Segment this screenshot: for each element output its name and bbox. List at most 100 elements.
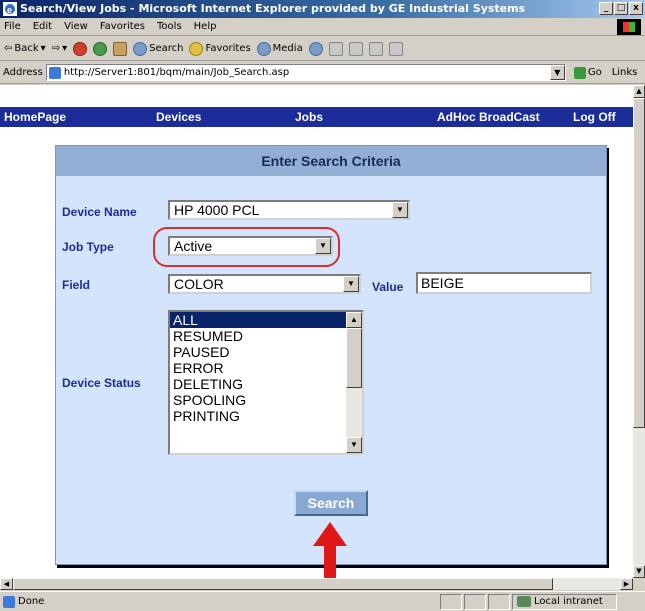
status-text-area: Done — [0, 595, 440, 608]
refresh-icon[interactable] — [93, 41, 108, 56]
security-zone: Local intranet — [512, 593, 617, 610]
value-input[interactable]: BEIGE — [416, 272, 592, 294]
media-button[interactable]: Media — [256, 41, 303, 56]
status-panel — [488, 593, 510, 610]
back-arrow-icon: ⇦ — [4, 43, 13, 54]
close-button[interactable]: x — [629, 2, 643, 15]
mail-icon[interactable] — [328, 41, 343, 56]
listbox-scrollbar[interactable]: ▲ ▼ — [346, 312, 362, 453]
svg-text:e: e — [7, 5, 12, 15]
panel-title: Enter Search Criteria — [56, 146, 606, 176]
nav-devices[interactable]: Devices — [156, 110, 201, 124]
chevron-down-icon: ▾ — [40, 43, 46, 54]
home-icon[interactable] — [113, 41, 128, 56]
scroll-right-icon[interactable]: ▶ — [620, 578, 633, 590]
search-label: Search — [149, 43, 184, 54]
page-horizontal-scrollbar[interactable]: ◀ ▶ — [0, 578, 633, 590]
address-dropdown-icon[interactable]: ▼ — [549, 65, 565, 80]
discuss-icon[interactable] — [388, 41, 403, 56]
forward-button[interactable]: ⇨ ▾ — [52, 43, 67, 54]
device-name-label: Device Name — [62, 205, 137, 219]
field-label: Field — [62, 278, 91, 292]
scroll-up-icon[interactable]: ▲ — [346, 312, 362, 328]
favorites-button[interactable]: Favorites — [189, 41, 251, 56]
stop-icon[interactable] — [73, 41, 88, 56]
go-label: Go — [587, 67, 602, 78]
red-arrow-icon — [313, 522, 347, 578]
status-panel — [464, 593, 486, 610]
chevron-down-icon[interactable]: ▼ — [343, 276, 359, 292]
toolbar: ⇦ Back ▾ ⇨ ▾ Search Favorites Media — [0, 37, 645, 61]
device-status-listbox[interactable]: ALL RESUMED PAUSED ERROR DELETING SPOOLI… — [168, 310, 364, 455]
status-text: Done — [18, 596, 45, 607]
zone-label: Local intranet — [534, 596, 603, 607]
page-vertical-scrollbar[interactable]: ▲ ▼ — [633, 85, 645, 578]
search-button[interactable]: Search — [133, 41, 184, 56]
value-text: BEIGE — [421, 275, 464, 291]
go-arrow-icon — [573, 66, 586, 79]
favorites-icon — [189, 41, 204, 56]
media-label: Media — [272, 43, 303, 54]
nav-log-off[interactable]: Log Off — [573, 110, 616, 124]
menu-bar: File Edit View Favorites Tools Help — [0, 18, 645, 36]
field-value: COLOR — [174, 276, 224, 292]
go-button[interactable]: Go — [573, 66, 602, 79]
list-item[interactable]: PAUSED — [170, 344, 362, 360]
device-name-select[interactable]: HP 4000 PCL ▼ — [168, 200, 410, 220]
menu-help[interactable]: Help — [194, 21, 217, 32]
job-type-label: Job Type — [62, 240, 114, 254]
search-icon — [133, 41, 148, 56]
list-item[interactable]: SPOOLING — [170, 392, 362, 408]
menu-tools[interactable]: Tools — [157, 21, 182, 32]
scroll-left-icon[interactable]: ◀ — [0, 578, 13, 590]
history-icon[interactable] — [308, 41, 323, 56]
back-button[interactable]: ⇦ Back ▾ — [4, 43, 46, 54]
windows-logo-icon — [617, 19, 641, 35]
intranet-zone-icon — [517, 596, 531, 607]
status-bar: Done Local intranet — [0, 591, 645, 611]
minimize-button[interactable]: _ — [599, 2, 613, 15]
list-item[interactable]: ALL — [170, 312, 362, 328]
value-label: Value — [372, 280, 404, 294]
edit-icon[interactable] — [368, 41, 383, 56]
nav-adhoc-broadcast[interactable]: AdHoc BroadCast — [437, 110, 540, 124]
menu-favorites[interactable]: Favorites — [100, 21, 145, 32]
menu-file[interactable]: File — [4, 21, 21, 32]
scrollbar-corner — [633, 578, 645, 590]
nav-homepage[interactable]: HomePage — [4, 110, 66, 124]
list-item[interactable]: ERROR — [170, 360, 362, 376]
print-icon[interactable] — [348, 41, 363, 56]
media-icon — [256, 41, 271, 56]
scrollbar-thumb[interactable] — [633, 98, 645, 428]
scrollbar-thumb[interactable] — [13, 578, 553, 590]
maximize-button[interactable]: □ — [614, 2, 628, 15]
favorites-label: Favorites — [205, 43, 251, 54]
list-item[interactable]: RESUMED — [170, 328, 362, 344]
chevron-down-icon[interactable]: ▼ — [392, 202, 408, 218]
address-input[interactable]: http://Server1:801/bqm/main/Job_Search.a… — [45, 64, 566, 81]
address-label: Address — [3, 67, 43, 78]
window-title-bar: e Search/View Jobs - Microsoft Internet … — [0, 0, 645, 18]
nav-jobs[interactable]: Jobs — [295, 110, 323, 124]
search-submit-button[interactable]: Search — [294, 490, 368, 516]
scroll-down-icon[interactable]: ▼ — [633, 565, 645, 578]
status-panel — [440, 593, 462, 610]
page-icon — [48, 66, 61, 79]
scroll-down-icon[interactable]: ▼ — [346, 437, 362, 453]
scrollbar-thumb[interactable] — [346, 328, 362, 388]
list-item[interactable]: DELETING — [170, 376, 362, 392]
field-select[interactable]: COLOR ▼ — [168, 274, 361, 294]
window-title: Search/View Jobs - Microsoft Internet Ex… — [20, 2, 526, 15]
device-status-label: Device Status — [62, 376, 141, 390]
scroll-up-icon[interactable]: ▲ — [633, 85, 645, 98]
back-label: Back — [14, 43, 39, 54]
links-button[interactable]: Links — [612, 67, 638, 78]
ie-icon: e — [3, 2, 17, 16]
menu-view[interactable]: View — [64, 21, 88, 32]
address-url: http://Server1:801/bqm/main/Job_Search.a… — [63, 67, 290, 78]
list-item[interactable]: PRINTING — [170, 408, 362, 424]
chevron-down-icon: ▾ — [62, 43, 68, 54]
address-bar: Address http://Server1:801/bqm/main/Job_… — [0, 62, 645, 84]
menu-edit[interactable]: Edit — [33, 21, 52, 32]
page-icon — [3, 595, 15, 608]
